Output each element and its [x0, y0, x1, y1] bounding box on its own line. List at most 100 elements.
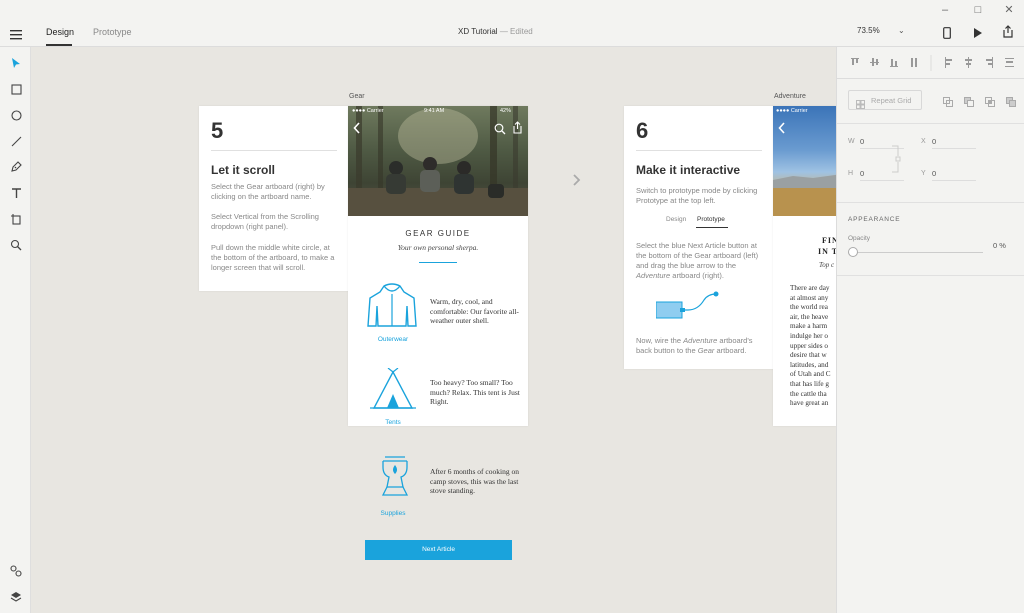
article-line: make a harm: [790, 322, 828, 331]
artboard-name-gear[interactable]: Gear: [349, 93, 365, 100]
search-icon[interactable]: [494, 122, 506, 140]
step-text: Select the Gear artboard (right) by clic…: [211, 182, 325, 201]
item-text: After 6 months of cooking on camp stoves…: [430, 467, 519, 495]
step-text: Select Vertical from the Scrolling dropd…: [211, 212, 319, 231]
artboard-name-adventure[interactable]: Adventure: [774, 93, 806, 100]
back-chevron-icon[interactable]: [778, 121, 786, 139]
layers-icon[interactable]: [8, 589, 24, 605]
article-line: the world rea: [790, 303, 828, 312]
repeat-grid-label: Repeat Grid: [871, 96, 912, 105]
article-line: indulge her o: [790, 331, 828, 340]
step-6-card[interactable]: 6 Make it interactive Switch to prototyp…: [624, 106, 774, 369]
article-line: upper sides o: [790, 341, 828, 350]
top-bar: Design Prototype XD Tutorial — Edited 73…: [0, 20, 1024, 47]
article-line: at almost any: [790, 293, 829, 302]
y-input[interactable]: 0: [932, 169, 976, 181]
step-text: Pull down the middle white circle, at th…: [211, 243, 335, 272]
step-text: Select the blue Next Article button at t…: [636, 241, 759, 280]
item-text: Too heavy? Too small? Too much? Relax. T…: [430, 378, 520, 406]
article-line: have great an: [790, 399, 829, 408]
item-text: Warm, dry, cool, and comfortable: Our fa…: [430, 297, 519, 325]
zoom-level[interactable]: 73.5%: [857, 26, 880, 35]
divider: [211, 150, 337, 151]
step-number: 6: [636, 118, 649, 143]
jacket-icon: [366, 282, 418, 335]
tab-prototype[interactable]: Prototype: [93, 27, 132, 37]
left-toolbar: [0, 47, 31, 613]
share-icon[interactable]: [512, 121, 523, 139]
article-line: that has life g: [790, 379, 829, 388]
repeat-grid-button[interactable]: Repeat Grid: [848, 90, 922, 110]
item-caption: Tents: [385, 419, 401, 426]
ellipse-tool-icon[interactable]: [8, 107, 24, 123]
appearance-heading: APPEARANCE: [848, 216, 901, 223]
document-title-area: XD Tutorial — Edited: [458, 27, 533, 36]
opacity-slider-track[interactable]: [855, 252, 983, 253]
adventure-artboard[interactable]: ●●●● Carrier FIN IN T Top c There are da…: [773, 106, 836, 426]
minimize-button[interactable]: –: [930, 2, 960, 18]
chevron-right-icon: [572, 173, 581, 191]
mini-tab-underline: [696, 227, 728, 228]
title-separator: —: [499, 27, 508, 36]
x-input[interactable]: 0: [932, 137, 976, 149]
mini-tab-prototype: Prototype: [697, 216, 725, 223]
tab-design[interactable]: Design: [46, 27, 74, 37]
item-caption: Outerwear: [377, 336, 409, 343]
artboard-tool-icon[interactable]: [8, 211, 24, 227]
x-label: X: [921, 138, 926, 145]
close-button[interactable]: ✕: [994, 2, 1024, 18]
article-line: air, the heave: [790, 312, 829, 321]
step-5-card[interactable]: 5 Let it scroll Select the Gear artboard…: [199, 106, 349, 291]
opacity-label: Opacity: [848, 235, 871, 242]
document-status: Edited: [510, 27, 533, 36]
boolean-add-icon[interactable]: [943, 94, 953, 112]
height-label: H: [848, 170, 854, 177]
boolean-subtract-icon[interactable]: [964, 94, 974, 112]
gear-artboard[interactable]: ●●●● Carrier 9:41 AM 42% GEAR GUIDE Your…: [348, 106, 528, 426]
opacity-value[interactable]: 0 %: [993, 241, 1006, 250]
divider: [837, 275, 1024, 276]
tent-icon: [370, 367, 416, 415]
text-tool-icon[interactable]: [8, 185, 24, 201]
status-carrier: ●●●● Carrier: [776, 108, 808, 114]
step-text: Switch to prototype mode by clicking Pro…: [636, 186, 758, 205]
canvas[interactable]: 5 Let it scroll Select the Gear artboard…: [31, 47, 836, 613]
divider: [837, 123, 1024, 124]
document-title: XD Tutorial: [458, 27, 498, 36]
gear-tagline: Your own personal sherpa.: [397, 243, 479, 252]
play-icon[interactable]: [973, 26, 983, 44]
opacity-slider-handle[interactable]: [848, 247, 858, 257]
select-tool-icon[interactable]: [8, 55, 24, 71]
article-subheading: Top c: [819, 261, 835, 269]
hamburger-menu-icon[interactable]: [10, 27, 22, 45]
article-line: desire that w: [790, 351, 827, 360]
device-preview-icon[interactable]: [943, 26, 951, 44]
boolean-exclude-icon[interactable]: [1006, 94, 1016, 112]
title-bar: – □ ✕: [0, 0, 1024, 20]
pen-tool-icon[interactable]: [8, 159, 24, 175]
zoom-dropdown-chevron-icon[interactable]: ⌄: [898, 26, 905, 35]
active-tab-indicator: [46, 44, 72, 46]
align-toolbar: [837, 47, 1024, 79]
repeat-grid-icon: [856, 96, 865, 114]
line-tool-icon[interactable]: [8, 133, 24, 149]
boolean-intersect-icon[interactable]: [985, 94, 995, 112]
y-label: Y: [921, 170, 926, 177]
symbols-icon[interactable]: [8, 563, 24, 579]
lock-aspect-icon[interactable]: [892, 144, 904, 179]
maximize-button[interactable]: □: [963, 2, 993, 18]
step-title: Make it interactive: [636, 163, 741, 177]
width-label: W: [848, 138, 855, 145]
status-battery: 42%: [500, 108, 512, 114]
share-icon[interactable]: [1002, 25, 1014, 43]
step-title: Let it scroll: [211, 163, 276, 177]
article-heading: IN T: [818, 247, 836, 256]
divider: [837, 202, 1024, 203]
article-line: There are day: [790, 284, 830, 292]
zoom-tool-icon[interactable]: [8, 237, 24, 253]
next-article-button[interactable]: Next Article: [365, 540, 512, 560]
rectangle-tool-icon[interactable]: [8, 81, 24, 97]
back-chevron-icon[interactable]: [353, 121, 361, 139]
item-caption: Supplies: [380, 510, 406, 517]
mini-tab-design: Design: [666, 216, 687, 223]
